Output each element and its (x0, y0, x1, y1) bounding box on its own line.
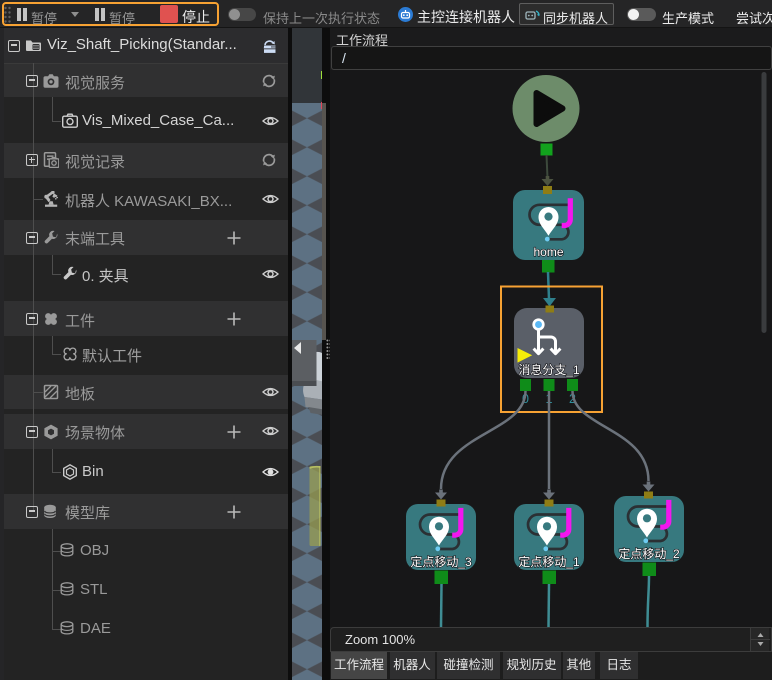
svg-text:定点移动_2: 定点移动_2 (618, 546, 680, 561)
svg-text:定点移动_1: 定点移动_1 (518, 554, 580, 569)
svg-text:定点移动_3: 定点移动_3 (410, 554, 472, 569)
svg-text:home: home (533, 245, 563, 259)
svg-text:消息分支_1: 消息分支_1 (518, 362, 580, 377)
